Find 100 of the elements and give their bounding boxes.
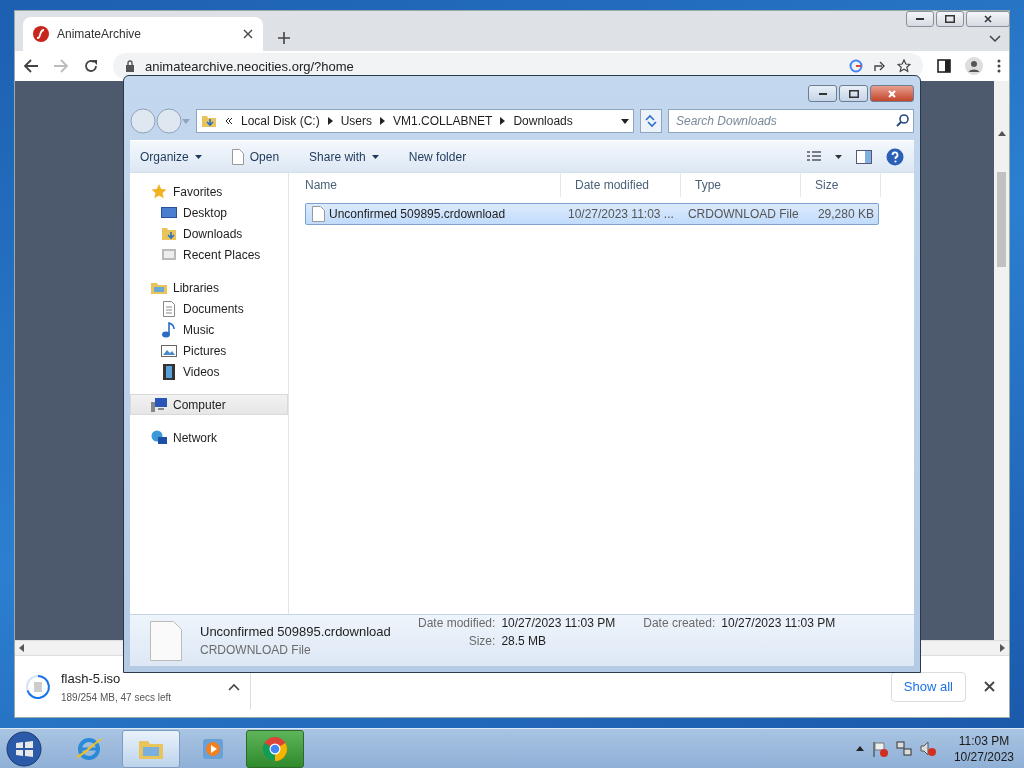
start-button[interactable] bbox=[6, 730, 42, 767]
tab-search-icon[interactable] bbox=[989, 35, 1001, 43]
column-header[interactable]: Name bbox=[291, 172, 561, 197]
new-tab-icon[interactable] bbox=[277, 31, 291, 45]
field-value: 10/27/2023 11:03 PM bbox=[501, 615, 616, 630]
nav-item[interactable]: Desktop bbox=[130, 202, 288, 223]
menu-button[interactable]: Organize bbox=[140, 149, 202, 164]
scroll-left-icon bbox=[19, 644, 24, 652]
picture-icon bbox=[161, 342, 177, 359]
network-icon[interactable] bbox=[895, 740, 912, 757]
chevron-icon[interactable] bbox=[327, 117, 333, 125]
preview-pane-icon[interactable] bbox=[856, 149, 872, 164]
translate-icon[interactable] bbox=[849, 59, 863, 73]
scroll-thumb[interactable] bbox=[997, 172, 1006, 267]
caret-icon[interactable] bbox=[228, 682, 240, 691]
download-filename[interactable]: flash-5.iso bbox=[61, 670, 172, 686]
volume-icon[interactable] bbox=[919, 740, 936, 757]
minimize-icon bbox=[818, 92, 827, 95]
field-value: 10/27/2023 11:03 PM bbox=[721, 615, 836, 630]
download-folder-icon bbox=[161, 225, 177, 242]
show-all-button[interactable]: Show all bbox=[890, 671, 966, 702]
file-icon bbox=[150, 620, 182, 661]
overflow-icon[interactable] bbox=[225, 117, 233, 125]
address-bar[interactable]: Local Disk (C:) Users VM1.COLLABNET Downloads bbox=[196, 109, 634, 133]
breadcrumb-item[interactable]: VM1.COLLABNET bbox=[393, 114, 493, 128]
close-icon[interactable] bbox=[984, 681, 995, 692]
minimize-button[interactable] bbox=[906, 11, 934, 27]
scroll-right-icon bbox=[1000, 644, 1005, 652]
scrollbar[interactable] bbox=[15, 640, 123, 655]
nav-item[interactable]: Libraries bbox=[130, 277, 288, 298]
maximize-button[interactable] bbox=[936, 11, 964, 27]
back-icon[interactable] bbox=[23, 58, 39, 74]
share-icon[interactable] bbox=[873, 59, 887, 73]
file-date: 10/27/2023 11:03 ... bbox=[566, 207, 675, 221]
maximize-icon bbox=[945, 15, 955, 23]
field-value: 28.5 MB bbox=[501, 633, 548, 648]
taskbar-button[interactable] bbox=[246, 729, 304, 768]
side-panel-icon[interactable] bbox=[937, 59, 951, 73]
nav-item[interactable]: Downloads bbox=[130, 223, 288, 244]
download-progress-icon bbox=[25, 673, 51, 700]
profile-icon[interactable] bbox=[965, 57, 983, 75]
tab-title: AnimateArchive bbox=[57, 27, 143, 41]
downloads-folder-icon bbox=[201, 114, 217, 128]
file-row[interactable]: Unconfirmed 509895.crdownload 10/27/2023 11:03 ... CRDOWNLOAD File 29,280 KB bbox=[305, 203, 879, 225]
search-field[interactable]: Search Downloads bbox=[668, 109, 914, 133]
close-icon bbox=[984, 15, 992, 23]
nav-item[interactable]: Videos bbox=[130, 361, 288, 382]
toolbar-button[interactable]: New folder bbox=[408, 149, 467, 164]
field-label: Date created: bbox=[643, 615, 716, 630]
file-name: Unconfirmed 509895.crdownload bbox=[200, 624, 392, 639]
recent-places-icon bbox=[161, 246, 177, 263]
close-button[interactable] bbox=[870, 85, 914, 102]
column-header[interactable]: Date modified bbox=[561, 172, 681, 197]
scrollbar[interactable] bbox=[994, 81, 1009, 640]
breadcrumb-item[interactable]: Local Disk (C:) bbox=[241, 114, 320, 128]
maximize-icon bbox=[848, 89, 859, 98]
maximize-button[interactable] bbox=[839, 85, 868, 102]
file-icon bbox=[312, 206, 325, 222]
dropdown-icon[interactable] bbox=[621, 118, 629, 124]
close-icon[interactable] bbox=[243, 29, 253, 39]
file-type: CRDOWNLOAD File bbox=[686, 207, 800, 221]
file-icon bbox=[231, 148, 244, 165]
clock-time[interactable]: 11:03 PM bbox=[958, 733, 1010, 748]
browser-tab[interactable]: AnimateArchive bbox=[23, 17, 263, 51]
menu-button[interactable]: Share with bbox=[309, 149, 379, 164]
chevron-icon[interactable] bbox=[500, 117, 506, 125]
url-text: animatearchive.neocities.org/?home bbox=[145, 58, 355, 74]
nav-item[interactable]: Computer bbox=[130, 394, 288, 415]
help-icon[interactable] bbox=[886, 147, 904, 166]
music-icon bbox=[161, 321, 177, 338]
refresh-icon bbox=[644, 114, 658, 128]
minimize-button[interactable] bbox=[808, 85, 837, 102]
nav-item[interactable]: Recent Places bbox=[130, 244, 288, 265]
caret-icon bbox=[371, 154, 379, 159]
caret-icon[interactable] bbox=[835, 154, 842, 159]
view-options-icon[interactable] bbox=[807, 150, 821, 163]
nav-item[interactable]: Documents bbox=[130, 298, 288, 319]
flash-logo-icon bbox=[33, 26, 49, 42]
clock-date[interactable]: 10/27/2023 bbox=[953, 749, 1014, 764]
scroll-up-icon bbox=[997, 131, 1006, 136]
flag-icon[interactable] bbox=[871, 740, 888, 757]
nav-item[interactable]: Network bbox=[130, 427, 288, 448]
nav-item[interactable]: Favorites bbox=[130, 181, 288, 202]
column-header[interactable]: Type bbox=[681, 172, 801, 197]
chevron-icon[interactable] bbox=[380, 117, 386, 125]
breadcrumb-item[interactable]: Downloads bbox=[513, 114, 573, 128]
refresh-button[interactable] bbox=[640, 109, 662, 133]
monitor-icon bbox=[161, 204, 177, 221]
breadcrumb-item[interactable]: Users bbox=[340, 114, 373, 128]
menu-icon[interactable] bbox=[997, 59, 1001, 73]
nav-item[interactable]: Music bbox=[130, 319, 288, 340]
scrollbar[interactable] bbox=[921, 640, 1009, 655]
close-button[interactable] bbox=[966, 11, 1010, 27]
star-icon[interactable] bbox=[897, 59, 911, 73]
show-hidden-icon[interactable] bbox=[855, 746, 864, 751]
field-label: Size: bbox=[467, 633, 496, 648]
reload-icon[interactable] bbox=[83, 58, 99, 74]
toolbar-button[interactable]: Open bbox=[231, 148, 280, 165]
column-header[interactable]: Size bbox=[801, 172, 881, 197]
nav-item[interactable]: Pictures bbox=[130, 340, 288, 361]
